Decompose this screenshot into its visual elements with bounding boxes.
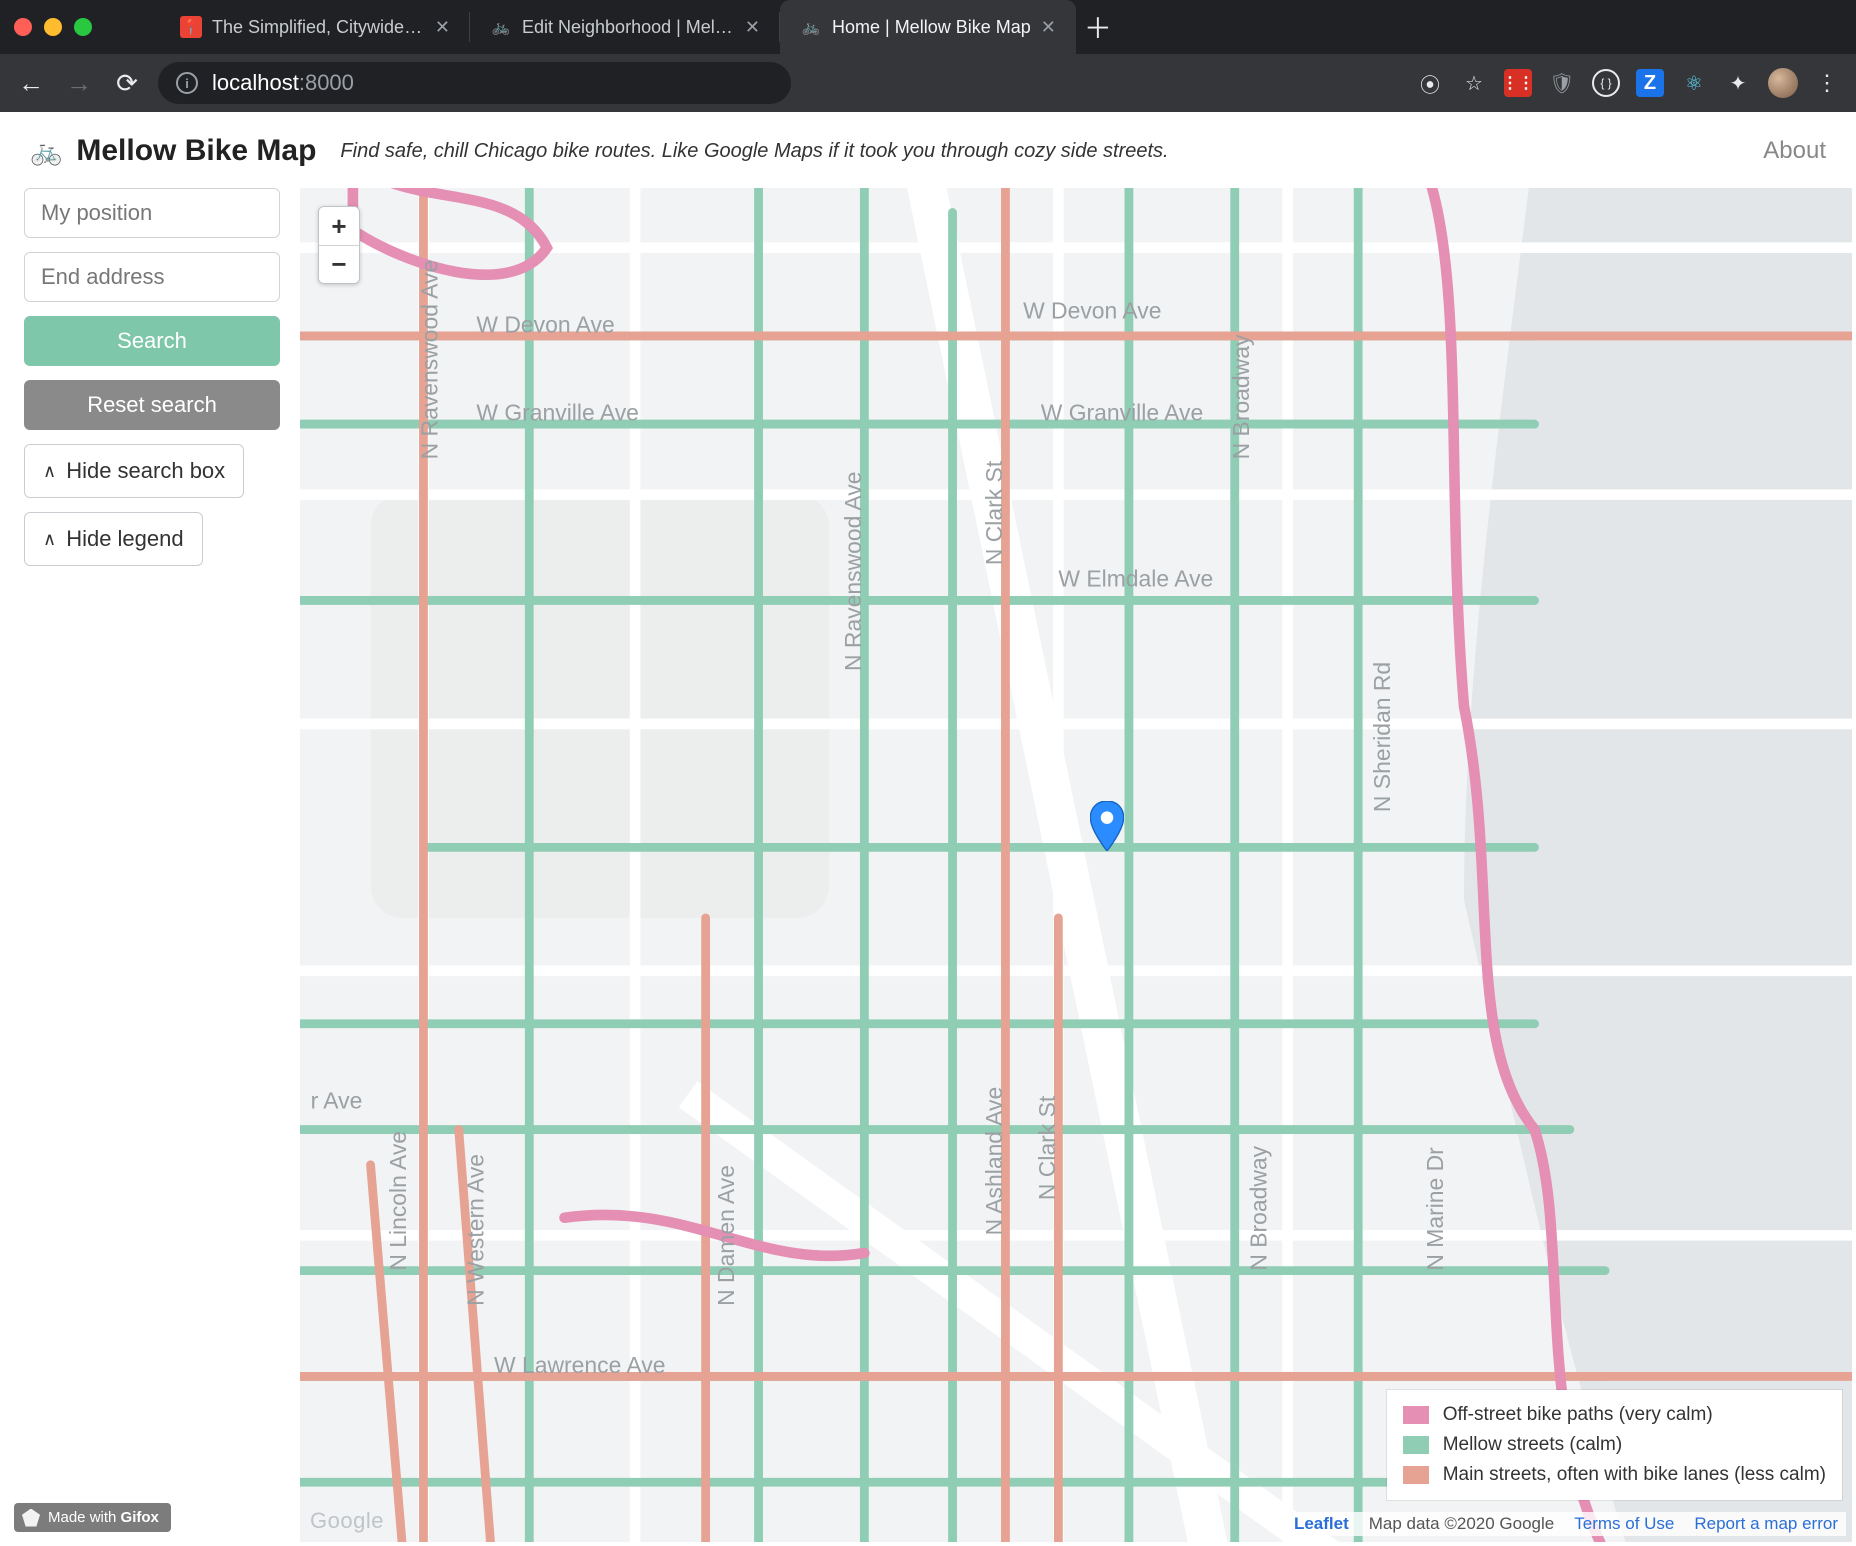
- brand: 🚲 Mellow Bike Map: [30, 134, 316, 168]
- svg-text:N Clark St: N Clark St: [981, 460, 1007, 565]
- minimize-window-button[interactable]: [44, 18, 62, 36]
- new-tab-button[interactable]: ＋: [1076, 0, 1120, 54]
- legend-label: Mellow streets (calm): [1443, 1434, 1622, 1456]
- svg-text:N Western Ave: N Western Ave: [462, 1154, 488, 1306]
- legend-label: Off-street bike paths (very calm): [1443, 1404, 1713, 1426]
- svg-text:N Broadway: N Broadway: [1228, 334, 1254, 459]
- tab-title: Home | Mellow Bike Map: [832, 17, 1031, 38]
- window-titlebar: 📍 The Simplified, Citywide Mellow ✕ 🚲 Ed…: [0, 0, 1856, 54]
- svg-text:N Clark St: N Clark St: [1034, 1095, 1060, 1200]
- extension-1password-icon[interactable]: ⋮⋮: [1504, 69, 1532, 97]
- tagline: Find safe, chill Chicago bike routes. Li…: [340, 140, 1168, 163]
- svg-text:N Ravenswood Ave: N Ravenswood Ave: [840, 471, 866, 671]
- reset-search-button[interactable]: Reset search: [24, 380, 280, 430]
- browser-tab-1[interactable]: 📍 The Simplified, Citywide Mellow ✕: [160, 0, 470, 54]
- svg-text:N Ashland Ave: N Ashland Ave: [981, 1087, 1007, 1236]
- svg-text:N Damen Ave: N Damen Ave: [713, 1165, 739, 1306]
- map-attribution: Leaflet Map data ©2020 Google Terms of U…: [1286, 1512, 1846, 1536]
- location-icon[interactable]: ⦿: [1416, 69, 1444, 97]
- app-root: 🚲 Mellow Bike Map Find safe, chill Chica…: [0, 112, 1856, 1546]
- map[interactable]: ➤: [300, 188, 1852, 1542]
- app-header: 🚲 Mellow Bike Map Find safe, chill Chica…: [0, 112, 1856, 178]
- browser-tab-2[interactable]: 🚲 Edit Neighborhood | Mellow Bik ✕: [470, 0, 780, 54]
- close-icon[interactable]: ✕: [1041, 17, 1056, 38]
- gifox-watermark: Made with Gifox: [14, 1503, 171, 1532]
- bike-logo-icon: 🚲: [30, 136, 62, 167]
- map-canvas: W Devon Ave W Devon Ave W Granville Ave …: [300, 188, 1852, 1542]
- tab-title: The Simplified, Citywide Mellow: [212, 17, 425, 38]
- legend-label: Main streets, often with bike lanes (les…: [1443, 1464, 1826, 1486]
- svg-text:W Elmdale Ave: W Elmdale Ave: [1058, 565, 1213, 591]
- back-button[interactable]: ←: [14, 66, 48, 100]
- legend-swatch-salmon: [1403, 1466, 1429, 1484]
- extension-circle-icon[interactable]: { }: [1592, 69, 1620, 97]
- svg-text:N Sheridan Rd: N Sheridan Rd: [1369, 662, 1395, 812]
- address-bar[interactable]: i localhost:8000: [158, 62, 791, 104]
- bookmark-star-icon[interactable]: ☆: [1460, 69, 1488, 97]
- browser-menu-icon[interactable]: ⋮: [1814, 69, 1842, 97]
- extension-ublock-icon[interactable]: 🛡: [1548, 69, 1576, 97]
- extension-react-icon[interactable]: ⚛: [1680, 69, 1708, 97]
- extension-zotero-icon[interactable]: Z: [1636, 69, 1664, 97]
- chevron-up-icon: ∧: [43, 529, 56, 550]
- forward-button[interactable]: →: [62, 66, 96, 100]
- svg-text:r Ave: r Ave: [311, 1087, 363, 1113]
- browser-chrome: 📍 The Simplified, Citywide Mellow ✕ 🚲 Ed…: [0, 0, 1856, 112]
- map-legend: Off-street bike paths (very calm) Mellow…: [1387, 1390, 1842, 1500]
- extensions-puzzle-icon[interactable]: ✦: [1724, 69, 1752, 97]
- hide-legend-label: Hide legend: [66, 526, 183, 552]
- browser-toolbar: ← → ⟳ i localhost:8000 ⦿ ☆ ⋮⋮ 🛡 { } Z ⚛ …: [0, 54, 1856, 112]
- hide-legend-button[interactable]: ∧ Hide legend: [24, 512, 203, 566]
- hide-search-box-button[interactable]: ∧ Hide search box: [24, 444, 244, 498]
- chevron-up-icon: ∧: [43, 461, 56, 482]
- close-icon[interactable]: ✕: [745, 17, 760, 38]
- svg-text:W Devon Ave: W Devon Ave: [1023, 297, 1161, 323]
- end-address-input[interactable]: [24, 252, 280, 302]
- attribution-terms-link[interactable]: Terms of Use: [1574, 1514, 1674, 1534]
- legend-row: Main streets, often with bike lanes (les…: [1403, 1460, 1826, 1490]
- browser-tab-3[interactable]: 🚲 Home | Mellow Bike Map ✕: [780, 0, 1076, 54]
- about-link[interactable]: About: [1763, 137, 1826, 165]
- svg-text:N Ravenswood Ave: N Ravenswood Ave: [417, 260, 443, 460]
- bike-icon: 🚲: [800, 16, 822, 38]
- legend-swatch-green: [1403, 1436, 1429, 1454]
- attribution-report-link[interactable]: Report a map error: [1694, 1514, 1838, 1534]
- profile-avatar[interactable]: [1768, 68, 1798, 98]
- bike-icon: 🚲: [490, 16, 512, 38]
- leaflet-link[interactable]: Leaflet: [1294, 1514, 1349, 1534]
- svg-text:N Lincoln Ave: N Lincoln Ave: [385, 1131, 411, 1271]
- svg-text:W Devon Ave: W Devon Ave: [476, 311, 614, 337]
- url-text: localhost:8000: [212, 70, 354, 96]
- svg-text:N Broadway: N Broadway: [1245, 1145, 1271, 1270]
- legend-row: Mellow streets (calm): [1403, 1430, 1826, 1460]
- svg-text:W Granville Ave: W Granville Ave: [476, 400, 639, 426]
- window-controls: [14, 18, 92, 36]
- browser-tabs: 📍 The Simplified, Citywide Mellow ✕ 🚲 Ed…: [160, 0, 1842, 54]
- app-title: Mellow Bike Map: [76, 134, 316, 168]
- svg-text:N Marine Dr: N Marine Dr: [1422, 1147, 1448, 1271]
- reload-button[interactable]: ⟳: [110, 66, 144, 100]
- close-window-button[interactable]: [14, 18, 32, 36]
- zoom-in-button[interactable]: +: [319, 207, 359, 245]
- zoom-out-button[interactable]: −: [319, 245, 359, 283]
- app-body: Search Reset search ∧ Hide search box ∧ …: [0, 178, 1856, 1546]
- svg-text:W Granville Ave: W Granville Ave: [1041, 400, 1204, 426]
- attribution-mapdata: Map data ©2020 Google: [1369, 1514, 1555, 1534]
- site-info-icon[interactable]: i: [176, 72, 198, 94]
- map-pin-icon: 📍: [180, 16, 202, 38]
- toolbar-icons: ⦿ ☆ ⋮⋮ 🛡 { } Z ⚛ ✦ ⋮: [1416, 68, 1842, 98]
- maximize-window-button[interactable]: [74, 18, 92, 36]
- legend-row: Off-street bike paths (very calm): [1403, 1400, 1826, 1430]
- svg-text:W Lawrence Ave: W Lawrence Ave: [494, 1352, 665, 1378]
- legend-swatch-pink: [1403, 1406, 1429, 1424]
- hide-search-box-label: Hide search box: [66, 458, 225, 484]
- zoom-control: + −: [318, 206, 360, 284]
- close-icon[interactable]: ✕: [435, 17, 450, 38]
- google-watermark: Google: [310, 1508, 384, 1534]
- sidebar: Search Reset search ∧ Hide search box ∧ …: [0, 188, 300, 1546]
- tab-title: Edit Neighborhood | Mellow Bik: [522, 17, 735, 38]
- start-address-input[interactable]: [24, 188, 280, 238]
- search-button[interactable]: Search: [24, 316, 280, 366]
